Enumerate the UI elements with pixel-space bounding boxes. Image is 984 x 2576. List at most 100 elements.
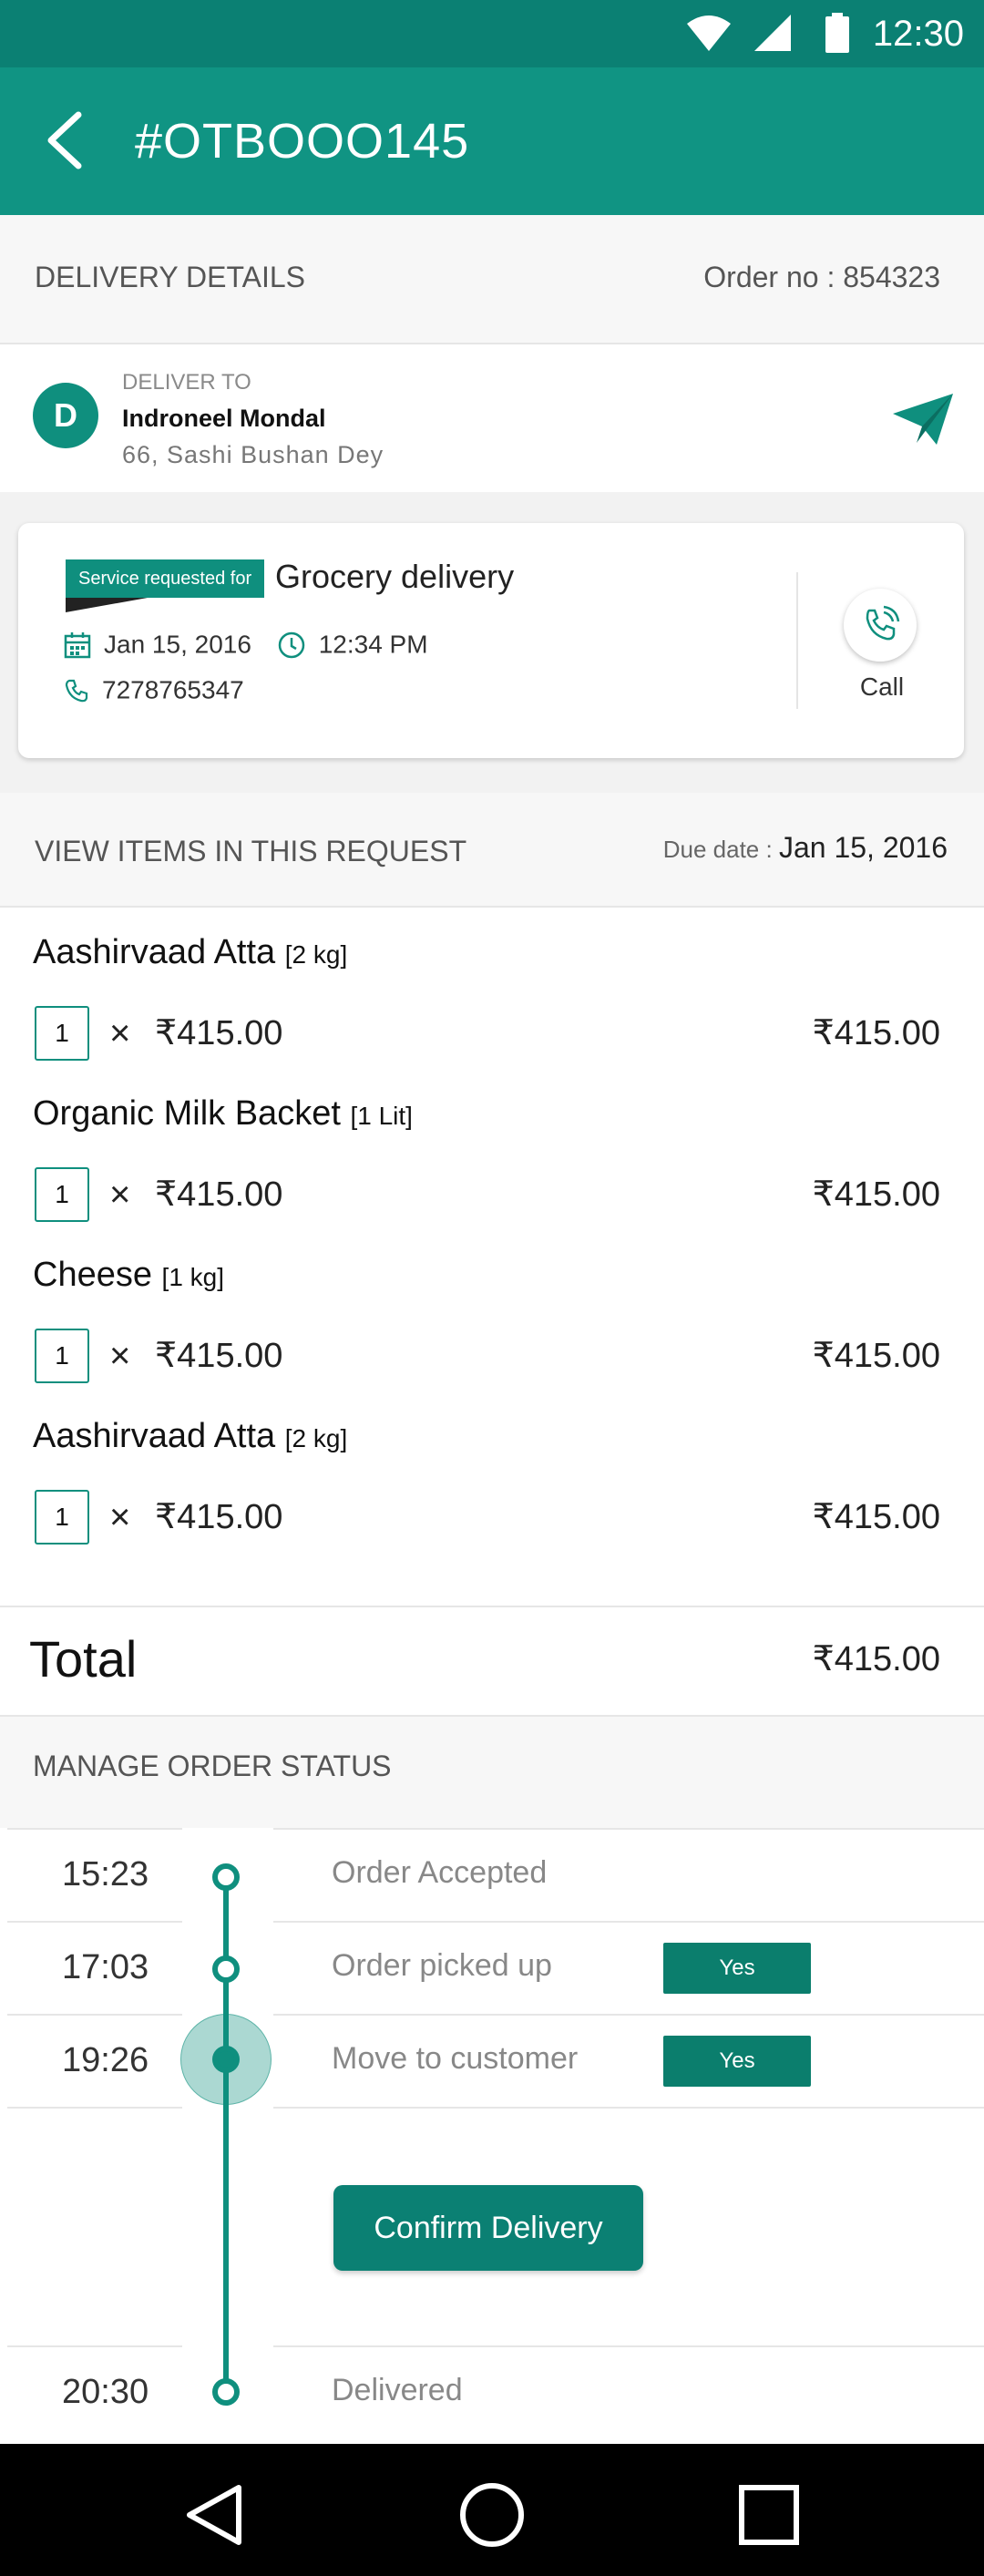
status-bar: 12:30 xyxy=(0,0,984,67)
delivery-details-title: DELIVERY DETAILS xyxy=(35,261,306,293)
step-time: 19:26 xyxy=(62,2041,149,2079)
due-date-label: Due date : xyxy=(662,836,773,863)
move-to-customer-yes-toggle[interactable]: Yes xyxy=(663,2036,811,2087)
multiply-sign: × xyxy=(109,1497,131,1537)
list-item: Aashirvaad Atta [2 kg] 1 × ₹415.00 ₹415.… xyxy=(0,917,984,1079)
multiply-sign: × xyxy=(109,1175,131,1215)
unit-price: ₹415.00 xyxy=(155,1014,283,1052)
step-time: 17:03 xyxy=(62,1948,149,1986)
step-label: Order picked up xyxy=(332,1948,552,1983)
unit-price: ₹415.00 xyxy=(155,1337,283,1375)
item-name: Cheese xyxy=(33,1256,152,1294)
list-item: Cheese [1 kg] 1 × ₹415.00 ₹415.00 xyxy=(0,1239,984,1401)
picked-up-yes-toggle[interactable]: Yes xyxy=(663,1943,811,1994)
total-label: Total xyxy=(29,1630,138,1688)
item-size: [2 kg] xyxy=(284,940,348,969)
delivery-details-header: DELIVERY DETAILS Order no : 854323 xyxy=(0,215,984,344)
service-date: Jan 15, 2016 xyxy=(104,630,251,659)
call-button[interactable] xyxy=(844,589,917,662)
step-time: 20:30 xyxy=(62,2373,149,2411)
item-size: [1 kg] xyxy=(161,1263,225,1291)
divider xyxy=(273,2107,984,2109)
item-name-row: Cheese [1 kg] xyxy=(33,1256,224,1295)
total-row: Total ₹415.00 xyxy=(0,1606,984,1717)
item-subtotal: ₹415.00 xyxy=(812,1337,940,1375)
calendar-icon xyxy=(64,631,91,658)
timeline-dot xyxy=(212,1955,240,1983)
step-label: Delivered xyxy=(332,2373,463,2407)
item-name-row: Aashirvaad Atta [2 kg] xyxy=(33,933,347,972)
quantity-box[interactable]: 1 xyxy=(35,1006,89,1061)
multiply-sign: × xyxy=(109,1013,131,1053)
confirm-delivery-button[interactable]: Confirm Delivery xyxy=(333,2185,643,2271)
card-divider xyxy=(796,572,798,709)
clock-icon xyxy=(278,631,304,658)
wifi-icon xyxy=(687,15,731,51)
status-step-move-to-customer: 19:26 Move to customer Yes xyxy=(0,2014,984,2107)
step-label: Order Accepted xyxy=(332,1855,548,1890)
items-header: VIEW ITEMS IN THIS REQUEST Due date : Ja… xyxy=(0,793,984,908)
signal-icon xyxy=(754,15,791,51)
service-name: Grocery delivery xyxy=(275,558,515,595)
phone-row: 7278765347 xyxy=(64,674,244,705)
order-number: Order no : 854323 xyxy=(703,261,940,293)
item-name: Organic Milk Backet xyxy=(33,1094,341,1133)
app-bar: #OTBOOO145 xyxy=(0,67,984,215)
customer-name: Indroneel Mondal xyxy=(122,405,326,432)
total-value: ₹415.00 xyxy=(812,1640,940,1678)
item-subtotal: ₹415.00 xyxy=(812,1175,940,1214)
status-step-delivered: 20:30 Delivered xyxy=(0,2345,984,2438)
service-time: 12:34 PM xyxy=(318,630,428,659)
timeline-dot xyxy=(212,1863,240,1891)
item-subtotal: ₹415.00 xyxy=(812,1014,940,1052)
quantity-box[interactable]: 1 xyxy=(35,1167,89,1222)
multiply-sign: × xyxy=(109,1336,131,1376)
timeline-dot xyxy=(212,2378,240,2406)
phone-icon xyxy=(65,679,88,702)
nav-recents-icon[interactable] xyxy=(736,2482,802,2548)
timeline-dot-active xyxy=(212,2046,240,2073)
due-date-value: Jan 15, 2016 xyxy=(778,831,948,864)
list-item: Aashirvaad Atta [2 kg] 1 × ₹415.00 ₹415.… xyxy=(0,1401,984,1563)
service-tag: Service requested for xyxy=(66,559,265,598)
call-label[interactable]: Call xyxy=(838,672,926,702)
divider xyxy=(7,2107,182,2109)
service-tag-tail xyxy=(66,598,148,612)
status-step-accepted: 15:23 Order Accepted xyxy=(0,1828,984,1921)
list-item: Organic Milk Backet [1 Lit] 1 × ₹415.00 … xyxy=(0,1078,984,1240)
item-name-row: Aashirvaad Atta [2 kg] xyxy=(33,1417,347,1456)
avatar: D xyxy=(33,383,98,448)
due-date: Due date : Jan 15, 2016 xyxy=(663,831,948,865)
customer-address: 66, Sashi Bushan Dey xyxy=(122,441,384,468)
item-name: Aashirvaad Atta xyxy=(33,933,276,971)
deliver-to-label: DELIVER TO xyxy=(122,370,251,395)
send-icon[interactable] xyxy=(891,390,955,448)
quantity-box[interactable]: 1 xyxy=(35,1329,89,1383)
item-size: [2 kg] xyxy=(284,1424,348,1452)
item-size: [1 Lit] xyxy=(350,1102,413,1130)
date-time-row: Jan 15, 2016 12:34 PM xyxy=(64,629,428,660)
item-subtotal: ₹415.00 xyxy=(812,1498,940,1536)
service-card: Service requested for Grocery delivery J… xyxy=(18,523,964,758)
item-name: Aashirvaad Atta xyxy=(33,1417,276,1455)
deliver-to-row: D DELIVER TO Indroneel Mondal 66, Sashi … xyxy=(0,344,984,492)
order-id-title: #OTBOOO145 xyxy=(135,114,470,169)
order-status-title: MANAGE ORDER STATUS xyxy=(33,1750,392,1782)
unit-price: ₹415.00 xyxy=(155,1498,283,1536)
unit-price: ₹415.00 xyxy=(155,1175,283,1214)
status-time: 12:30 xyxy=(872,14,964,54)
nav-home-icon[interactable] xyxy=(457,2482,527,2551)
status-step-picked-up: 17:03 Order picked up Yes xyxy=(0,1921,984,2014)
customer-phone: 7278765347 xyxy=(102,675,244,704)
system-nav-bar xyxy=(0,2444,984,2576)
nav-back-icon[interactable] xyxy=(182,2482,248,2548)
battery-icon xyxy=(825,13,849,53)
step-time: 15:23 xyxy=(62,1855,149,1894)
step-label: Move to customer xyxy=(332,2041,579,2076)
items-title: VIEW ITEMS IN THIS REQUEST xyxy=(35,835,467,867)
order-status-header: MANAGE ORDER STATUS xyxy=(0,1717,984,1828)
phone-icon xyxy=(866,605,900,641)
quantity-box[interactable]: 1 xyxy=(35,1490,89,1545)
item-name-row: Organic Milk Backet [1 Lit] xyxy=(33,1094,413,1134)
back-arrow-icon[interactable] xyxy=(33,104,106,177)
